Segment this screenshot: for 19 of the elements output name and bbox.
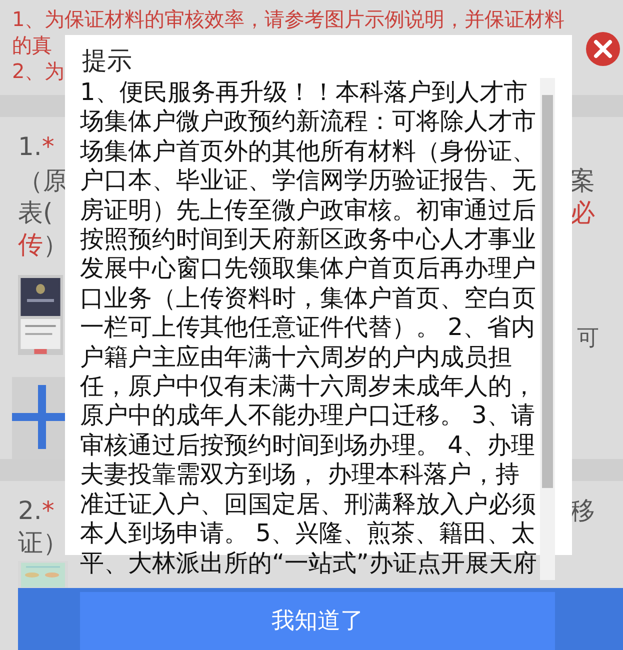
section-text: 案 (570, 166, 595, 195)
notice-text: 1、为保证材料的审核效率，请参考图片示例说明，并保证材料 (12, 6, 565, 32)
required-mark: * (42, 496, 54, 525)
required-text: 传 (18, 230, 43, 259)
confirm-button[interactable]: 我知道了 (80, 592, 555, 650)
section-number: 2. (18, 496, 42, 525)
section-text: 表( (18, 198, 53, 227)
section-text: 移 (570, 496, 595, 525)
section-text: ） (43, 230, 68, 259)
section-number: 1. (18, 132, 42, 161)
section-text: 证） (18, 528, 68, 557)
notice-text: 2、为 (12, 58, 65, 84)
required-mark: * (42, 132, 54, 161)
dialog-message: 1、便民服务再升级！！本科落户到人才市场集体户微户政预约新流程：可将除人才市场集体户首页外的其他所有材料（身份证、户口本、毕业证、学信网学历验证报告、无房证明）先上传至微户政审核。初审通过后按照预约时间到天府新区政务中心人才事业发展中心窗口先领取集体户首页后再办理户口业务（上传资料时，集体户首页、空白页一栏可上传其他任意证件代替）。 2、省内户籍户主应由年满十六周岁的户内成员担任，原户中仅有未满十六周岁未成年人的，原户中的成年人不能办理户口迁移。 3、请审核通过后按预约时间到场办理。 4、办理夫妻投靠需双方到场， 办理本科落户，持准迁证入户、回国定居、刑满释放入户必须本人到场申请。 5、兴隆、煎茶、籍田、太平、大林派出所的“一站式”办证点开展天府 (80, 78, 538, 578)
notice-text: 的真 (12, 32, 52, 58)
thumb-note: 可 (577, 325, 599, 353)
required-text: 必 (570, 198, 595, 227)
section-text: （原 (18, 166, 68, 195)
dialog-title: 提示 (82, 45, 132, 77)
